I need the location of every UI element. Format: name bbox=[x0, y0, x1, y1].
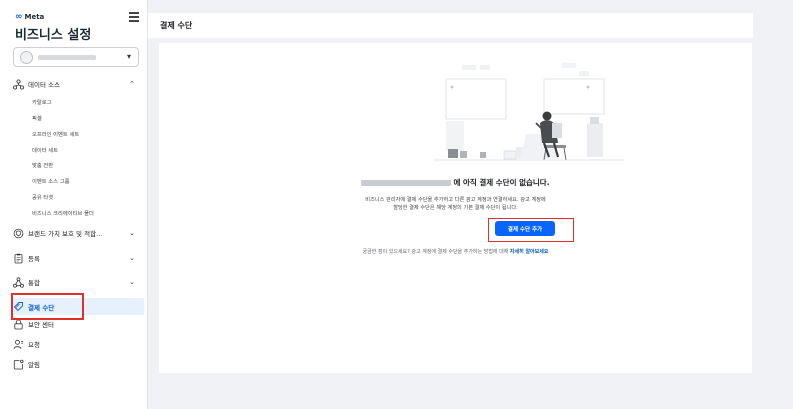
hamburger-menu-icon[interactable] bbox=[129, 12, 139, 22]
chevron-down-icon: ⌄ bbox=[129, 229, 135, 237]
sidebar-item-data-sources[interactable]: 데이터 소스 ⌃ bbox=[13, 76, 143, 92]
sidebar-subitem-custom-conversions[interactable]: 맞춤 전환 bbox=[32, 161, 53, 169]
business-name-redacted bbox=[361, 180, 452, 186]
empty-state-description: 비즈니스 관리자에 결제 수단을 추가하고 다른 광고 계정과 연결하세요. 광… bbox=[159, 196, 752, 212]
data-sources-icon bbox=[13, 78, 24, 90]
sidebar-subitem-catalog[interactable]: 카탈로그 bbox=[32, 98, 52, 106]
footnote-text: 궁금한 점이 있으세요? 광고 계정에 결제 수단을 추가하는 방법에 대해 bbox=[362, 249, 509, 255]
chevron-down-icon: ⌄ bbox=[129, 254, 135, 262]
chevron-down-icon: ⌄ bbox=[129, 278, 135, 286]
sidebar-item-registration[interactable]: 등록 ⌄ bbox=[13, 250, 143, 266]
sidebar-item-integrations[interactable]: 통합 ⌄ bbox=[13, 274, 143, 290]
highlight-box bbox=[488, 218, 574, 242]
person-request-icon bbox=[13, 339, 24, 350]
sidebar-item-label: 통합 bbox=[28, 279, 40, 287]
sidebar-item-brand-safety[interactable]: 브랜드 가치 보호 및 적합... ⌄ bbox=[13, 225, 143, 241]
account-avatar bbox=[20, 51, 33, 64]
sidebar-item-notifications[interactable]: 알림 bbox=[13, 356, 143, 372]
sidebar-subitem-offline-events[interactable]: 오프라인 이벤트 세트 bbox=[32, 130, 79, 138]
sidebar-item-label: 데이터 소스 bbox=[28, 81, 60, 89]
sidebar-subitem-event-source-groups[interactable]: 이벤트 소스 그룹 bbox=[32, 177, 69, 185]
sidebar: ∞ Meta 비즈니스 설정 ▾ 데이터 소스 ⌃ 카탈로그 픽셀 오프라인 이… bbox=[0, 0, 148, 409]
learn-more-link[interactable]: 자세히 알아보세요 bbox=[510, 249, 549, 255]
empty-state-title-text: 에 아직 결제 수단이 없습니다. bbox=[453, 178, 550, 187]
help-footnote: 궁금한 점이 있으세요? 광고 계정에 결제 수단을 추가하는 방법에 대해 자… bbox=[159, 248, 752, 255]
sidebar-item-label: 요청 bbox=[28, 341, 40, 349]
clipboard-icon bbox=[13, 253, 24, 264]
lock-icon bbox=[13, 319, 24, 330]
business-account-select[interactable]: ▾ bbox=[13, 47, 139, 67]
main-content: 결제 수단 에 아직 결제 수단이 없습니다. 비즈니스 관리자에 결제 수단을… bbox=[148, 0, 793, 409]
meta-logo: ∞ Meta bbox=[15, 12, 44, 22]
chevron-up-icon: ⌃ bbox=[129, 80, 135, 88]
sidebar-item-label: 브랜드 가치 보호 및 적합... bbox=[28, 230, 103, 238]
empty-state-card: 에 아직 결제 수단이 없습니다. 비즈니스 관리자에 결제 수단을 추가하고 … bbox=[159, 43, 752, 373]
empty-state-title: 에 아직 결제 수단이 없습니다. bbox=[159, 177, 752, 188]
sidebar-subitem-shared-audiences[interactable]: 공유 타겟 bbox=[32, 193, 53, 201]
meta-logo-text: Meta bbox=[24, 13, 45, 21]
sidebar-item-label: 등록 bbox=[28, 255, 40, 263]
sidebar-title: 비즈니스 설정 bbox=[15, 28, 92, 43]
integrations-icon bbox=[13, 276, 24, 288]
description-line-1: 비즈니스 관리자에 결제 수단을 추가하고 다른 광고 계정과 연결하세요. 광… bbox=[365, 197, 546, 203]
sidebar-subitem-pixel[interactable]: 픽셀 bbox=[32, 114, 42, 122]
sidebar-item-label: 알림 bbox=[28, 361, 40, 369]
shield-icon bbox=[13, 228, 24, 239]
meta-infinity-icon: ∞ bbox=[15, 12, 23, 22]
empty-state-illustration bbox=[434, 63, 624, 161]
highlight-box bbox=[11, 293, 84, 320]
sidebar-item-label: 보안 센터 bbox=[28, 321, 54, 329]
sidebar-item-requests[interactable]: 요청 bbox=[13, 336, 143, 352]
sidebar-subitem-creative-folders[interactable]: 비즈니스 크리에이티브 폴더 bbox=[32, 209, 94, 217]
description-line-2: 할당한 결제 수단은 해당 계정의 기본 결제 수단이 됩니다. bbox=[393, 205, 518, 211]
notification-icon bbox=[13, 359, 24, 370]
page-header: 결제 수단 bbox=[148, 13, 753, 38]
account-name-redacted bbox=[38, 55, 96, 60]
sidebar-subitem-datasets[interactable]: 데이터 세트 bbox=[32, 146, 58, 154]
chevron-down-icon: ▾ bbox=[126, 52, 131, 61]
page-title: 결제 수단 bbox=[160, 21, 193, 30]
